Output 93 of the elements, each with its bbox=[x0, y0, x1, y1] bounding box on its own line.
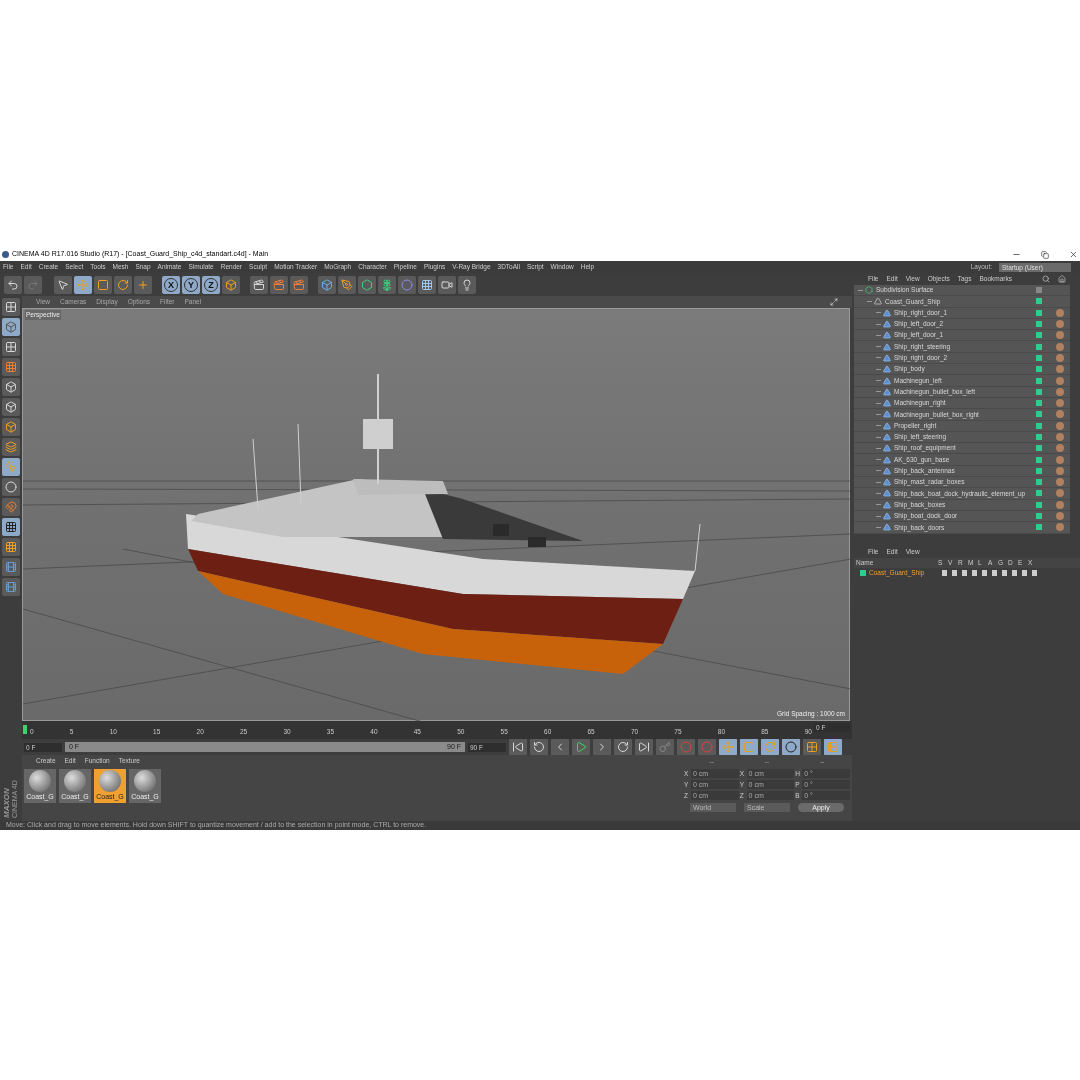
skip-back-icon bbox=[512, 741, 524, 753]
grid-icon bbox=[5, 361, 17, 373]
grid-icon bbox=[5, 341, 17, 353]
hexagon-icon bbox=[361, 278, 373, 291]
film-icon bbox=[5, 561, 17, 573]
home-icon[interactable] bbox=[1058, 275, 1066, 283]
axis-lock-button[interactable]: Y bbox=[182, 275, 200, 294]
rotate-icon bbox=[117, 278, 129, 291]
cursor-arrow-icon bbox=[57, 278, 69, 291]
cube-icon bbox=[225, 278, 237, 291]
array-button[interactable] bbox=[378, 275, 396, 294]
layer-color-swatch[interactable] bbox=[860, 570, 866, 576]
cube-icon bbox=[5, 321, 17, 333]
circle-icon bbox=[680, 741, 692, 753]
rotate-icon bbox=[617, 741, 629, 753]
brand-logo-text: MAXON bbox=[3, 787, 11, 818]
scale-tool-button[interactable] bbox=[94, 275, 112, 294]
square-icon bbox=[97, 278, 109, 291]
texture-mode-button[interactable] bbox=[2, 338, 20, 356]
circle-icon bbox=[5, 481, 17, 493]
app-logo-icon bbox=[2, 251, 9, 258]
cube-button[interactable] bbox=[318, 275, 336, 294]
null-object-icon bbox=[874, 297, 882, 306]
lightbulb-icon bbox=[461, 278, 473, 291]
axis-lock-button[interactable]: X bbox=[162, 275, 180, 294]
circle-icon bbox=[785, 741, 797, 753]
key-icon bbox=[659, 741, 671, 753]
pointer-click-icon bbox=[5, 461, 17, 473]
grid-icon bbox=[5, 301, 17, 313]
axis-lock-button[interactable]: Z bbox=[202, 275, 220, 294]
undo-button[interactable] bbox=[4, 275, 22, 294]
layer-toggles-drawing[interactable] bbox=[942, 570, 1037, 576]
search-icon[interactable] bbox=[1042, 275, 1050, 283]
circle-icon bbox=[401, 278, 413, 291]
rotate-tool-button[interactable] bbox=[114, 275, 132, 294]
render-view-button[interactable] bbox=[250, 275, 268, 294]
clapperboard-icon bbox=[253, 278, 265, 291]
cube-icon bbox=[321, 278, 333, 291]
restore-icon[interactable] bbox=[1041, 250, 1049, 259]
move-tool-button[interactable] bbox=[74, 275, 92, 294]
solo-button[interactable] bbox=[2, 478, 20, 496]
render-settings-button[interactable] bbox=[290, 275, 308, 294]
square-icon bbox=[743, 741, 755, 753]
viewport-navigation-icon[interactable] bbox=[830, 298, 838, 306]
python-script-button[interactable] bbox=[2, 558, 20, 576]
clapperboard-icon bbox=[293, 278, 305, 291]
cube-icon bbox=[5, 381, 17, 393]
camera-button[interactable] bbox=[438, 275, 456, 294]
redo-icon bbox=[27, 278, 39, 291]
select-tool-button[interactable] bbox=[54, 275, 72, 294]
close-icon[interactable] bbox=[1069, 250, 1078, 259]
film-icon bbox=[5, 581, 17, 593]
rotate-icon bbox=[764, 741, 776, 753]
rotate-back-icon bbox=[533, 741, 545, 753]
layers-icon bbox=[5, 441, 17, 453]
cube-icon bbox=[5, 421, 17, 433]
subdivision-button[interactable] bbox=[358, 275, 376, 294]
film-icon bbox=[827, 741, 839, 753]
cube-icon bbox=[5, 401, 17, 413]
pen-icon bbox=[341, 278, 353, 291]
workplane-lock-button[interactable] bbox=[2, 518, 20, 536]
planar-workplane-button[interactable] bbox=[2, 538, 20, 556]
magnet-icon bbox=[5, 501, 17, 513]
polygons-mode-button[interactable] bbox=[2, 418, 20, 436]
edges-mode-button[interactable] bbox=[2, 398, 20, 416]
circle-icon bbox=[701, 741, 713, 753]
deformer-button[interactable] bbox=[398, 275, 416, 294]
axis-mode-button[interactable] bbox=[2, 438, 20, 456]
flower-icon bbox=[381, 278, 393, 291]
undo-icon bbox=[7, 278, 19, 291]
light-button[interactable] bbox=[458, 275, 476, 294]
clapperboard-icon bbox=[273, 278, 285, 291]
workplane-mode-button[interactable] bbox=[2, 358, 20, 376]
grid-icon bbox=[806, 741, 818, 753]
skip-forward-icon bbox=[638, 741, 650, 753]
play-icon bbox=[575, 741, 587, 753]
subdivision-icon bbox=[865, 286, 873, 295]
floor-button[interactable] bbox=[418, 275, 436, 294]
move-arrows-icon bbox=[77, 278, 89, 291]
grid-icon bbox=[421, 278, 433, 291]
mode-button[interactable] bbox=[2, 298, 20, 316]
move-arrows-icon bbox=[722, 741, 734, 753]
python-generator-button[interactable] bbox=[2, 578, 20, 596]
model-mode-button[interactable] bbox=[2, 318, 20, 336]
points-mode-button[interactable] bbox=[2, 378, 20, 396]
video-camera-icon bbox=[441, 278, 453, 291]
grid-icon bbox=[5, 521, 17, 533]
plus-icon bbox=[137, 278, 149, 291]
coordinate-system-button[interactable] bbox=[222, 275, 240, 294]
pen-button[interactable] bbox=[338, 275, 356, 294]
render-picture-viewer-button[interactable] bbox=[270, 275, 288, 294]
grid-icon bbox=[5, 541, 17, 553]
add-tool-button[interactable] bbox=[134, 275, 152, 294]
